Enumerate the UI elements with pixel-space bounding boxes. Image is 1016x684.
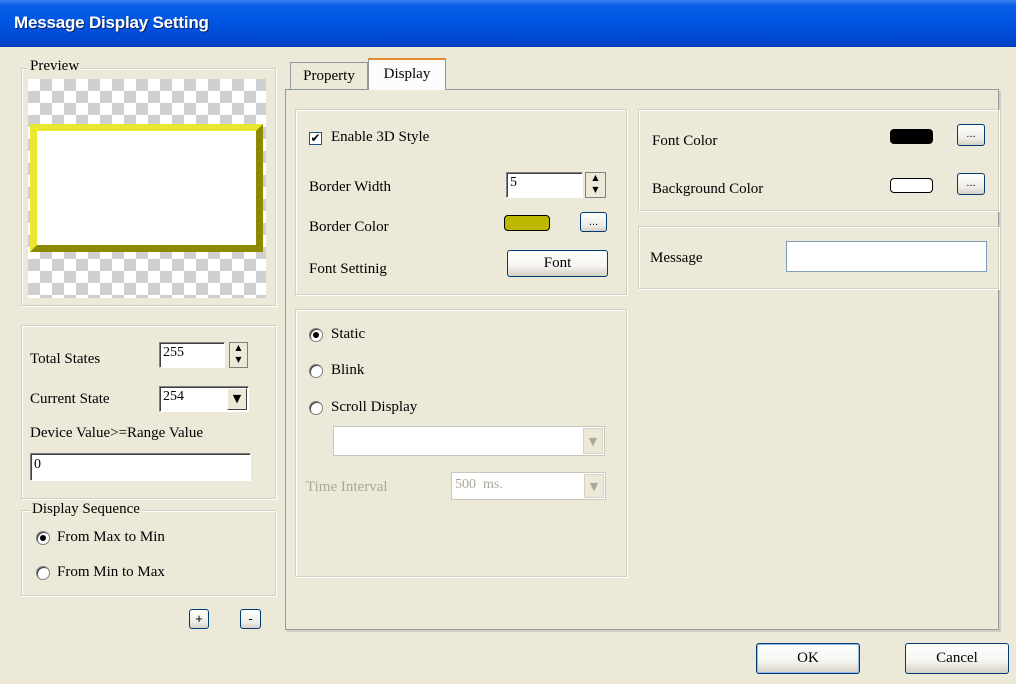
dropdown-arrow-icon[interactable]: ▼: [584, 474, 604, 498]
remove-state-button[interactable]: -: [240, 609, 261, 629]
border-width-field[interactable]: 5: [506, 172, 583, 198]
background-color-label: Background Color: [652, 181, 764, 197]
radio-max-to-min-label[interactable]: From Max to Min: [57, 529, 165, 546]
radio-static-label[interactable]: Static: [331, 326, 365, 343]
border-color-label: Border Color: [309, 219, 389, 235]
preview-message-box: [30, 124, 263, 252]
enable-3d-label[interactable]: Enable 3D Style: [331, 129, 429, 146]
font-button[interactable]: Font: [507, 250, 608, 277]
font-color-browse-button[interactable]: ...: [957, 124, 985, 146]
radio-scroll-display[interactable]: [309, 401, 323, 415]
background-color-browse-button[interactable]: ...: [957, 173, 985, 195]
total-states-spinner[interactable]: ▲ ▼: [229, 342, 248, 368]
font-color-swatch: [890, 129, 933, 144]
border-color-swatch: [504, 215, 550, 231]
add-state-button[interactable]: +: [189, 609, 209, 629]
current-state-select[interactable]: 254 ▼: [159, 386, 249, 412]
total-states-field[interactable]: 255: [159, 342, 225, 368]
preview-canvas: [28, 79, 266, 298]
radio-blink-label[interactable]: Blink: [331, 362, 364, 379]
radio-static[interactable]: [309, 328, 323, 342]
message-field[interactable]: [786, 241, 987, 272]
radio-min-to-max-label[interactable]: From Min to Max: [57, 564, 165, 581]
border-color-browse-button[interactable]: ...: [580, 212, 607, 232]
dropdown-arrow-icon[interactable]: ▼: [583, 428, 603, 454]
border-width-label: Border Width: [309, 179, 392, 195]
font-color-label: Font Color: [652, 133, 718, 149]
enable-3d-checkbox[interactable]: ✔: [309, 132, 322, 145]
message-label: Message: [650, 250, 703, 266]
radio-min-to-max[interactable]: [36, 566, 50, 580]
border-width-spinner[interactable]: ▲ ▼: [585, 172, 606, 198]
preview-legend: Preview: [28, 58, 82, 75]
tab-display[interactable]: Display: [368, 58, 446, 91]
tab-property[interactable]: Property: [290, 62, 368, 89]
cancel-button[interactable]: Cancel: [905, 643, 1009, 674]
range-label: Device Value>=Range Value: [30, 425, 203, 441]
time-interval-select[interactable]: 500 ms. ▼: [451, 472, 606, 500]
radio-blink[interactable]: [309, 364, 323, 378]
spin-up-icon[interactable]: ▲: [230, 343, 247, 355]
display-sequence-group: [21, 510, 276, 596]
time-interval-label: Time Interval: [306, 479, 388, 495]
current-state-label: Current State: [30, 391, 110, 407]
background-color-swatch: [890, 178, 933, 193]
radio-max-to-min[interactable]: [36, 531, 50, 545]
window-title: Message Display Setting: [14, 13, 209, 32]
dropdown-arrow-icon[interactable]: ▼: [227, 388, 247, 410]
spin-down-icon[interactable]: ▼: [586, 185, 605, 197]
range-value-field[interactable]: 0: [30, 453, 251, 481]
radio-scroll-display-label[interactable]: Scroll Display: [331, 399, 417, 416]
scroll-direction-select[interactable]: ▼: [333, 426, 605, 456]
font-setting-label: Font Settinig: [309, 261, 387, 277]
total-states-label: Total States: [30, 351, 101, 367]
ok-button[interactable]: OK: [756, 643, 860, 674]
display-sequence-legend: Display Sequence: [30, 501, 142, 518]
spin-down-icon[interactable]: ▼: [230, 355, 247, 367]
title-bar[interactable]: Message Display Setting: [0, 0, 1016, 47]
spin-up-icon[interactable]: ▲: [586, 173, 605, 185]
